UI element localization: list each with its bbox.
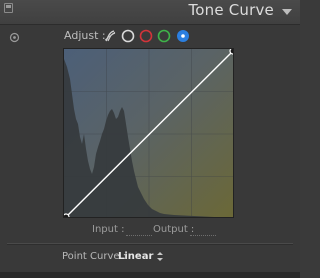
target-adjustment-icon[interactable] bbox=[9, 32, 20, 43]
curve-point-black[interactable] bbox=[64, 213, 70, 218]
divider-shadow bbox=[7, 244, 293, 245]
curve-point-white[interactable] bbox=[229, 49, 234, 55]
input-label: Input : bbox=[92, 224, 125, 235]
blue-channel-button[interactable] bbox=[176, 29, 190, 43]
point-curve-label: Point Curve : bbox=[62, 251, 127, 262]
output-label: Output : bbox=[153, 224, 195, 235]
input-value-field bbox=[126, 225, 152, 236]
output-value-field bbox=[190, 225, 216, 236]
panel-title: Tone Curve bbox=[188, 1, 274, 19]
point-curve-dropdown[interactable]: Linear bbox=[118, 249, 164, 264]
collapse-arrow-icon[interactable] bbox=[282, 9, 292, 15]
rgb-channel-button[interactable] bbox=[121, 29, 135, 43]
panel-bottom-edge bbox=[0, 272, 300, 278]
red-channel-button[interactable] bbox=[139, 29, 153, 43]
edit-point-curve-icon[interactable] bbox=[103, 29, 117, 43]
green-channel-button[interactable] bbox=[157, 29, 171, 43]
tone-curve-panel: Tone Curve Adjust : Input: Output: Poi… bbox=[0, 0, 300, 278]
adjust-label: Adjust : bbox=[64, 29, 106, 42]
panel-switch-icon[interactable] bbox=[4, 3, 13, 13]
point-curve-value: Linear bbox=[118, 251, 154, 262]
updown-arrows-icon bbox=[157, 252, 164, 261]
tone-curve-graph[interactable] bbox=[63, 48, 234, 218]
panel-header[interactable]: Tone Curve bbox=[0, 0, 300, 25]
